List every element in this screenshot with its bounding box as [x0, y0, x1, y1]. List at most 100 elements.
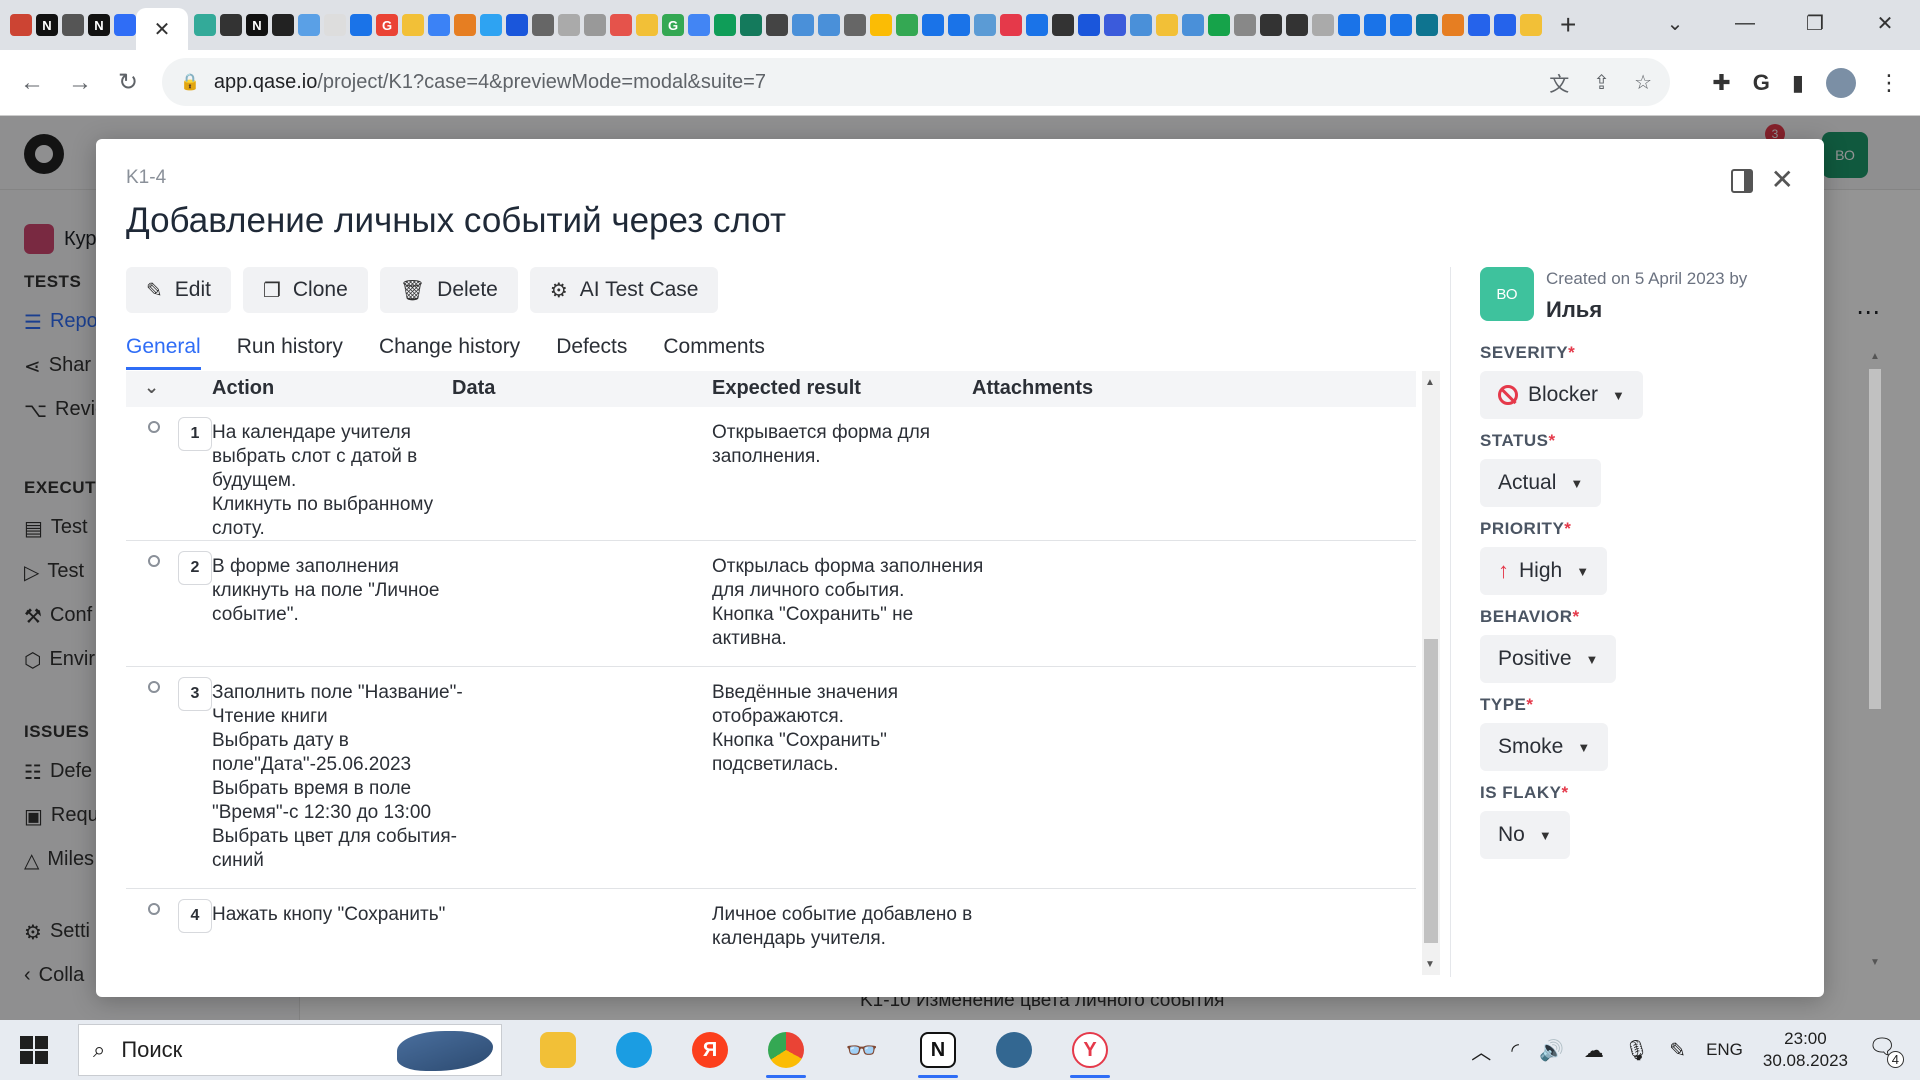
forward-icon[interactable]: →: [56, 69, 104, 97]
chevron-up-icon[interactable]: ︿: [1471, 1036, 1491, 1065]
tab-favicon[interactable]: [584, 14, 606, 36]
profile-avatar[interactable]: [1826, 68, 1856, 98]
step-row[interactable]: 2 В форме заполнения кликнуть на поле "Л…: [126, 541, 1416, 667]
clone-button[interactable]: ❐ Clone: [242, 267, 368, 313]
scroll-down-icon[interactable]: ▼: [1425, 959, 1435, 970]
steps-scrollbar[interactable]: ▲ ▼: [1422, 371, 1440, 975]
step-select-radio[interactable]: [148, 903, 160, 915]
side-panel-toggle-icon[interactable]: [1730, 169, 1753, 193]
volume-icon[interactable]: 🔊: [1539, 1038, 1564, 1063]
tab-general[interactable]: General: [126, 335, 201, 370]
edge-app[interactable]: [596, 1020, 672, 1080]
behavior-select[interactable]: Positive ▼: [1480, 635, 1617, 683]
tab-favicon[interactable]: [1338, 14, 1360, 36]
tab-favicon[interactable]: [792, 14, 814, 36]
wifi-icon[interactable]: ◜: [1511, 1038, 1519, 1063]
minimize-icon[interactable]: —: [1710, 12, 1780, 35]
tab-favicon[interactable]: [1000, 14, 1022, 36]
tab-favicon[interactable]: [480, 14, 502, 36]
tab-favicon[interactable]: [428, 14, 450, 36]
tab-favicon[interactable]: [298, 14, 320, 36]
chrome-menu-icon[interactable]: ⋮: [1878, 70, 1900, 96]
windows-start-icon[interactable]: [20, 1036, 48, 1064]
tab-favicon[interactable]: [1442, 14, 1464, 36]
step-row[interactable]: 1 На календаре учителя выбрать слот с да…: [126, 407, 1416, 541]
scrollbar-thumb[interactable]: [1424, 639, 1438, 943]
active-tab[interactable]: ✕: [136, 8, 188, 50]
tab-favicon[interactable]: [62, 14, 84, 36]
tab-favicon[interactable]: [1364, 14, 1386, 36]
tab-favicon[interactable]: [1520, 14, 1542, 36]
properties-scrollbar[interactable]: ▲ ▼: [1866, 347, 1884, 973]
glasses-app[interactable]: 👓: [824, 1020, 900, 1080]
tab-favicon[interactable]: [974, 14, 996, 36]
collapse-all-icon[interactable]: ⌄: [144, 377, 159, 398]
translate-icon[interactable]: 文: [1549, 68, 1569, 97]
extensions-puzzle-icon[interactable]: ✚: [1712, 70, 1730, 96]
file-explorer-app[interactable]: [520, 1020, 596, 1080]
tab-favicon[interactable]: G: [662, 14, 684, 36]
postgres-app[interactable]: [976, 1020, 1052, 1080]
tab-favicon[interactable]: [220, 14, 242, 36]
tab-favicon[interactable]: G: [376, 14, 398, 36]
delete-button[interactable]: 🗑 Delete: [379, 267, 518, 313]
close-window-icon[interactable]: ✕: [1850, 11, 1920, 36]
severity-select[interactable]: Blocker ▼: [1480, 371, 1643, 419]
tab-favicon[interactable]: [454, 14, 476, 36]
tab-favicon[interactable]: N: [36, 14, 58, 36]
tab-favicon[interactable]: [1494, 14, 1516, 36]
tab-favicon[interactable]: [114, 14, 136, 36]
scroll-up-icon[interactable]: ▲: [1425, 377, 1435, 388]
tab-favicon[interactable]: [896, 14, 918, 36]
tab-favicon[interactable]: [1260, 14, 1282, 36]
close-tab-icon[interactable]: ✕: [154, 17, 171, 42]
tab-favicon[interactable]: [506, 14, 528, 36]
step-row[interactable]: 3 Заполнить поле "Название"- Чтение книг…: [126, 667, 1416, 889]
tab-favicon[interactable]: [766, 14, 788, 36]
close-icon[interactable]: ✕: [1771, 163, 1794, 196]
microphone-icon[interactable]: 🎙: [1624, 1038, 1649, 1063]
scrollbar-thumb[interactable]: [1869, 369, 1881, 709]
tab-favicon[interactable]: [350, 14, 372, 36]
step-select-radio[interactable]: [148, 555, 160, 567]
back-icon[interactable]: ←: [8, 69, 56, 97]
yandex-browser-app[interactable]: Y: [1052, 1020, 1128, 1080]
scroll-up-icon[interactable]: ▲: [1870, 351, 1880, 362]
priority-select[interactable]: ↑ High ▼: [1480, 547, 1608, 595]
tab-defects[interactable]: Defects: [556, 335, 627, 370]
tab-favicon[interactable]: [1130, 14, 1152, 36]
taskbar-search[interactable]: ⌕ Поиск: [78, 1024, 502, 1076]
tab-favicon[interactable]: [532, 14, 554, 36]
step-select-radio[interactable]: [148, 421, 160, 433]
tab-favicon[interactable]: [1416, 14, 1438, 36]
notion-app[interactable]: N: [900, 1020, 976, 1080]
tab-favicon[interactable]: [1182, 14, 1204, 36]
step-row[interactable]: 4 Нажать кнопу "Сохранить" Личное событи…: [126, 889, 1416, 975]
tab-favicon[interactable]: [1026, 14, 1048, 36]
lock-icon[interactable]: 🔒: [180, 72, 200, 92]
tab-favicon[interactable]: [688, 14, 710, 36]
tab-favicon[interactable]: [1052, 14, 1074, 36]
tab-favicon[interactable]: [870, 14, 892, 36]
tab-favicon[interactable]: [402, 14, 424, 36]
chrome-app[interactable]: [748, 1020, 824, 1080]
step-select-radio[interactable]: [148, 681, 160, 693]
pen-icon[interactable]: ✎: [1669, 1038, 1686, 1063]
edit-button[interactable]: ✎ Edit: [126, 267, 231, 313]
tab-favicon[interactable]: [948, 14, 970, 36]
tab-favicon[interactable]: [1208, 14, 1230, 36]
tab-favicon[interactable]: [1234, 14, 1256, 36]
tab-favicon[interactable]: [1104, 14, 1126, 36]
tab-favicon[interactable]: [272, 14, 294, 36]
restore-icon[interactable]: ❐: [1780, 11, 1850, 36]
tab-favicon[interactable]: [818, 14, 840, 36]
status-select[interactable]: Actual ▼: [1480, 459, 1602, 507]
tab-favicon[interactable]: [740, 14, 762, 36]
tab-favicon[interactable]: [194, 14, 216, 36]
tab-favicon[interactable]: [10, 14, 32, 36]
bookmark-star-icon[interactable]: ☆: [1634, 70, 1652, 95]
tab-favicon[interactable]: [1312, 14, 1334, 36]
tab-run-history[interactable]: Run history: [237, 335, 343, 370]
tab-favicon[interactable]: [1156, 14, 1178, 36]
yandex-app[interactable]: Я: [672, 1020, 748, 1080]
